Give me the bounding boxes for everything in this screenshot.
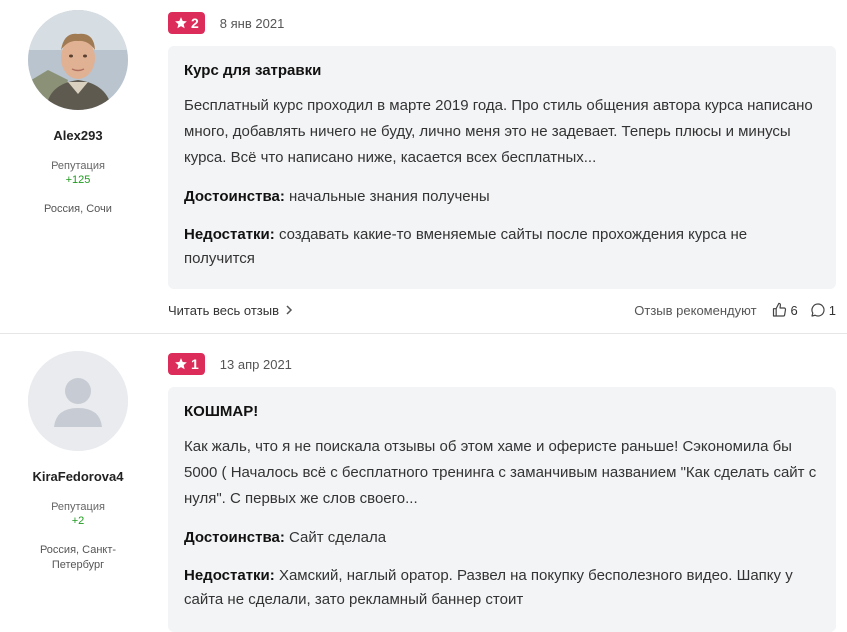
review-body: Курс для затравки Бесплатный курс проход… xyxy=(168,46,836,289)
review-pros: Достоинства: начальные знания получены xyxy=(184,185,820,209)
reputation-label: Репутация xyxy=(51,501,105,513)
review-body: КОШМАР! Как жаль, что я не поискала отзы… xyxy=(168,387,836,632)
review-cons: Недостатки: Хамский, наглый оратор. Разв… xyxy=(184,564,820,612)
reputation-value: +2 xyxy=(71,515,85,527)
star-icon xyxy=(175,17,187,29)
comment-icon xyxy=(811,303,825,317)
recommend-label: Отзыв рекомендуют xyxy=(634,302,757,318)
comment-count: 1 xyxy=(828,302,836,318)
reputation-label: Репутация xyxy=(51,160,105,172)
star-icon xyxy=(175,358,187,370)
username[interactable]: KiraFedorova4 xyxy=(0,469,156,484)
review-pros: Достоинства: Сайт сделала xyxy=(184,526,820,550)
review-meta: 2 8 янв 2021 xyxy=(168,11,284,35)
like-count: 6 xyxy=(790,302,798,318)
review-date: 13 апр 2021 xyxy=(219,356,292,372)
rating-badge: 2 xyxy=(168,12,205,34)
review-footer: Читать весь отзыв Отзыв рекомендуют 6 1 xyxy=(168,299,836,321)
review-cons: Недостатки: создавать какие-то вменяемые… xyxy=(184,223,820,271)
read-more-label: Читать весь отзыв xyxy=(168,302,280,318)
user-city: Россия, Сочи xyxy=(44,203,112,215)
chevron-right-icon xyxy=(286,305,293,315)
pros-text: начальные знания получены xyxy=(289,188,490,205)
pros-text: Сайт сделала xyxy=(289,529,387,546)
review-date: 8 янв 2021 xyxy=(219,15,285,31)
user-city: Россия, Санкт-Петербург xyxy=(39,544,117,571)
avatar[interactable] xyxy=(28,10,128,110)
rating-value: 1 xyxy=(191,356,199,372)
cons-label: Недостатки: xyxy=(184,567,275,584)
username[interactable]: Alex293 xyxy=(0,128,156,143)
user-info: KiraFedorova4 Репутация +2 Россия, Санкт… xyxy=(0,351,156,573)
review-title[interactable]: Курс для затравки xyxy=(184,62,820,79)
cons-label: Недостатки: xyxy=(184,226,275,243)
like-button[interactable]: 6 xyxy=(771,302,798,318)
pros-label: Достоинства: xyxy=(184,188,285,205)
avatar[interactable] xyxy=(28,351,128,451)
review-card: Alex293 Репутация +125 Россия, Сочи 2 8 … xyxy=(0,0,847,334)
rating-badge: 1 xyxy=(168,353,205,375)
review-text: Бесплатный курс проходил в марте 2019 го… xyxy=(184,97,813,166)
review-text: Как жаль, что я не поискала отзывы об эт… xyxy=(184,438,817,507)
review-meta: 1 13 апр 2021 xyxy=(168,352,292,376)
comment-button[interactable]: 1 xyxy=(810,302,836,318)
thumbs-up-icon xyxy=(772,302,786,317)
user-info: Alex293 Репутация +125 Россия, Сочи xyxy=(0,10,156,217)
reputation-value: +125 xyxy=(65,174,91,186)
cons-text: Хамский, наглый оратор. Развел на покупк… xyxy=(184,567,793,608)
rating-value: 2 xyxy=(191,15,199,31)
review-title[interactable]: КОШМАР! xyxy=(184,403,820,420)
read-more-link[interactable]: Читать весь отзыв xyxy=(168,303,293,318)
pros-label: Достоинства: xyxy=(184,529,285,546)
review-card: KiraFedorova4 Репутация +2 Россия, Санкт… xyxy=(0,334,847,632)
